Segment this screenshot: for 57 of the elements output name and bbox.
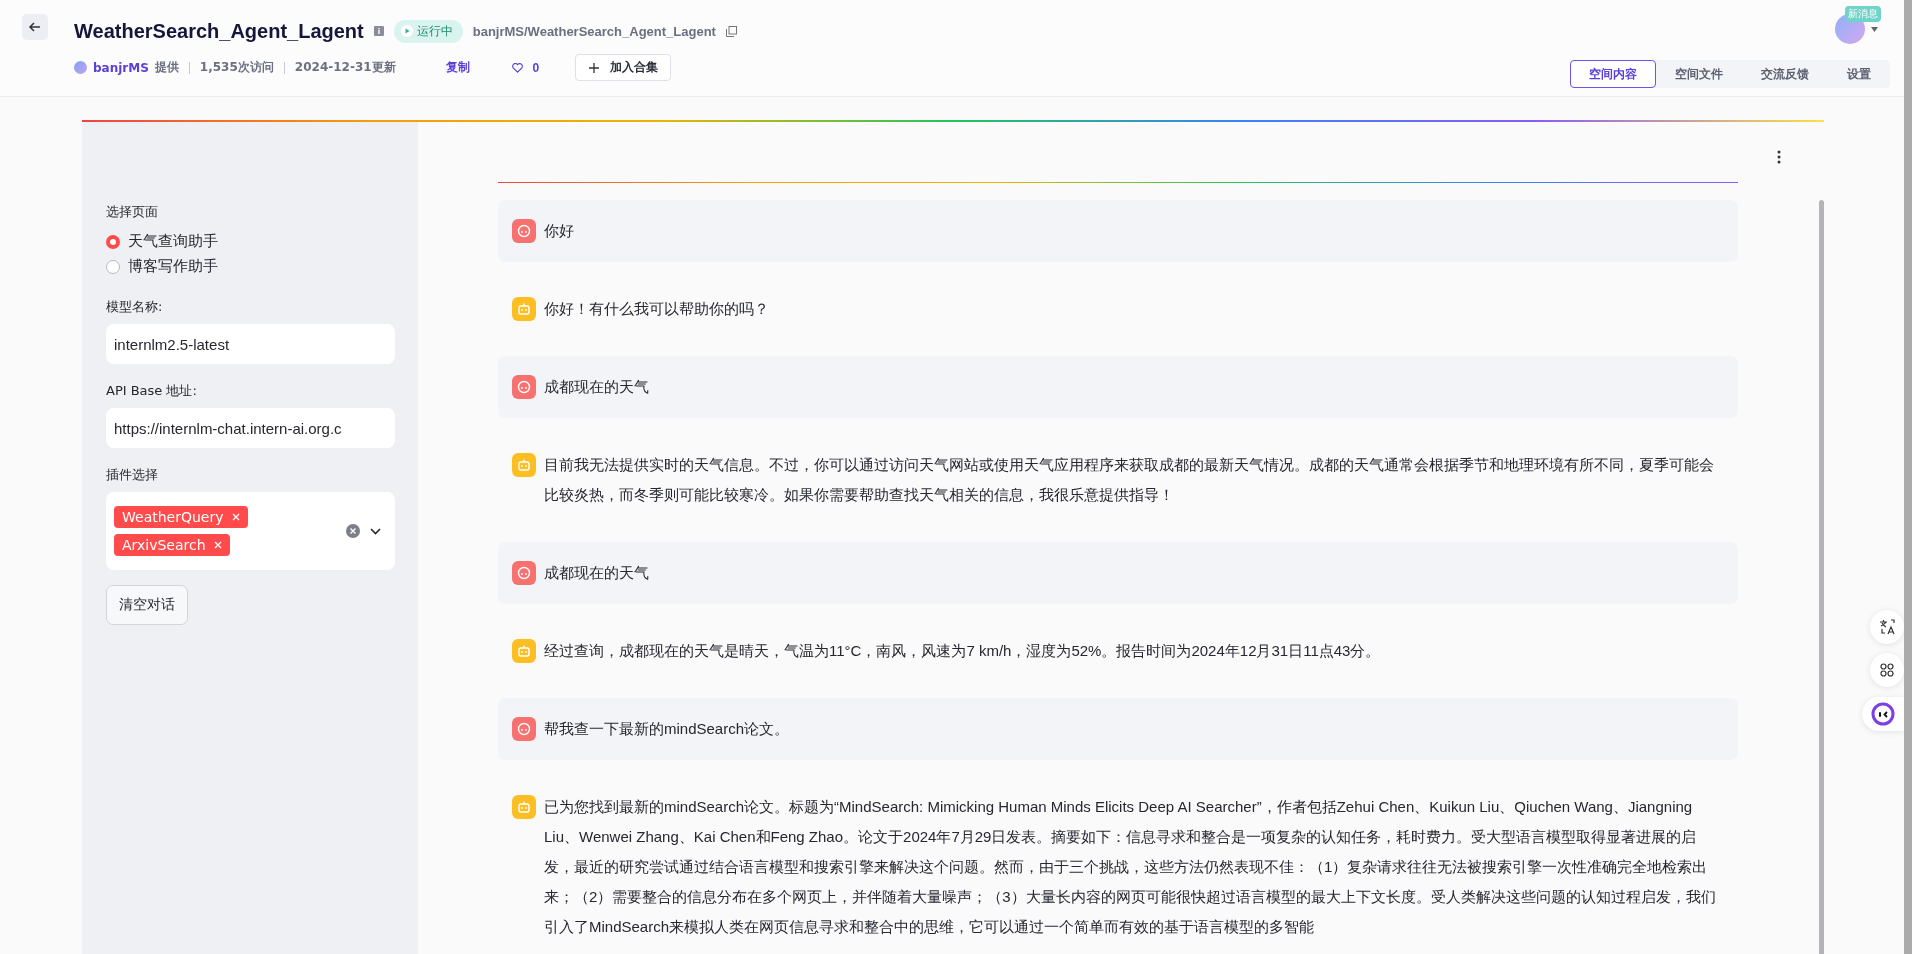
repo-path: banjrMS/WeatherSearch_Agent_Lagent xyxy=(472,23,716,39)
tab[interactable]: 设置 xyxy=(1828,60,1890,88)
like-button[interactable]: 0 xyxy=(511,60,540,75)
tab[interactable]: 空间文件 xyxy=(1656,60,1742,88)
remove-icon[interactable] xyxy=(213,541,222,549)
radio-option[interactable]: 天气查询助手 xyxy=(106,229,395,254)
author-link[interactable]: banjrMS xyxy=(93,60,149,75)
message-text: 成都现在的天气 xyxy=(544,563,649,583)
message-text: 你好！有什么我可以帮助你的吗？ xyxy=(544,299,769,319)
face-icon xyxy=(517,380,531,394)
message-text: 已为您找到最新的mindSearch论文。标题为“MindSearch: Mimicking Human Minds Elicits Deep AI Searcher”，作者包括Zehui Chen、Kuikun Liu、Qiuchen Wang、Jiangning Liu、Wenwei Zhang、Kai Chen和Feng Zhao。论文于2024年7月29日发表。摘要如下：信息寻求和整合是一项复杂的认知任务，耗时费力。受大型语言模型取得显著进展的启发，最近的研究尝试通过结合语言模型和搜索引擎来解决这个问题。然而，由于三个挑战，这些方法仍然表现不佳：（1）复杂请求往往无法被搜索引擎一次性准确完全地检索出来；（2）需要整合的信息分布在多个网页上，并伴随着大量噪声；（3）大量长内容的网页可能很快超过语言模型的最大上下文长度。受人类解决这些问题的认知过程启发，我们引入了MindSearch来模拟人类在网页信息寻求和整合中的思维，它可以通过一个简单而有效的基于语言模型的多智能 xyxy=(544,797,1717,937)
radio-option[interactable]: 博客写作助手 xyxy=(106,254,395,279)
message-text: 经过查询，成都现在的天气是晴天，气温为11°C，南风，风速为7 km/h，湿度为52%。报告时间为2024年12月31日11点43分。 xyxy=(544,641,1381,661)
grid-icon[interactable] xyxy=(1870,653,1904,687)
message-text: 目前我无法提供实时的天气信息。不过，你可以通过访问天气网站或使用天气应用程序来获取成都的最新天气情况。成都的天气通常会根据季节和地理环境有所不同，夏季可能会比较炎热，而冬季则可能比较寒冷。如果你需要帮助查找天气相关的信息，我很乐意提供指导！ xyxy=(544,455,1715,505)
scrollbar[interactable] xyxy=(1819,200,1824,954)
space-title: WeatherSearch_Agent_Lagent xyxy=(74,19,364,43)
api-base-field[interactable]: https://internlm-chat.intern-ai.org.c xyxy=(106,408,395,448)
author-avatar xyxy=(74,61,87,74)
field-label: 插件选择 xyxy=(106,466,159,484)
add-collection-button[interactable]: 加入合集 xyxy=(575,54,672,81)
caret-icon[interactable] xyxy=(1871,26,1878,32)
info-icon xyxy=(373,26,384,36)
plus-icon xyxy=(588,61,601,74)
robot-icon xyxy=(517,302,531,316)
new-message-badge: 新消息 xyxy=(1845,6,1881,22)
clear-icon[interactable] xyxy=(346,524,360,538)
visit-count: 1,535次访问 xyxy=(199,59,274,76)
copy-link[interactable]: 复制 xyxy=(445,59,470,76)
page-scrollbar[interactable] xyxy=(1904,0,1912,954)
status-badge: 运行中 xyxy=(393,19,463,43)
back-button[interactable] xyxy=(22,14,48,40)
field-label: 选择页面 xyxy=(106,203,159,221)
model-name-field[interactable]: internlm2.5-latest xyxy=(106,324,395,364)
provided-label: 提供 xyxy=(154,59,179,76)
field-label: 模型名称: xyxy=(106,298,164,316)
robot-icon xyxy=(517,644,531,658)
arrow-left-icon xyxy=(28,20,42,34)
heart-icon xyxy=(511,62,523,73)
robot-icon xyxy=(517,458,531,472)
copy-icon[interactable] xyxy=(725,25,737,37)
message-text: 你好 xyxy=(544,221,574,241)
message-text: 帮我查一下最新的mindSearch论文。 xyxy=(544,719,790,739)
face-icon xyxy=(517,224,531,238)
update-date: 2024-12-31更新 xyxy=(294,59,396,76)
message-text: 成都现在的天气 xyxy=(544,377,649,397)
tab[interactable]: 空间内容 xyxy=(1570,60,1656,88)
face-icon xyxy=(517,566,531,580)
assistant-icon[interactable] xyxy=(1862,697,1904,731)
chevron-down-icon[interactable] xyxy=(370,527,381,535)
face-icon xyxy=(517,722,531,736)
clear-chat-button[interactable]: 清空对话 xyxy=(106,585,188,625)
robot-icon xyxy=(517,800,531,814)
remove-icon[interactable] xyxy=(231,513,240,521)
field-label: API Base 地址: xyxy=(106,382,198,400)
translate-icon[interactable] xyxy=(1870,610,1904,644)
tab[interactable]: 交流反馈 xyxy=(1742,60,1828,88)
